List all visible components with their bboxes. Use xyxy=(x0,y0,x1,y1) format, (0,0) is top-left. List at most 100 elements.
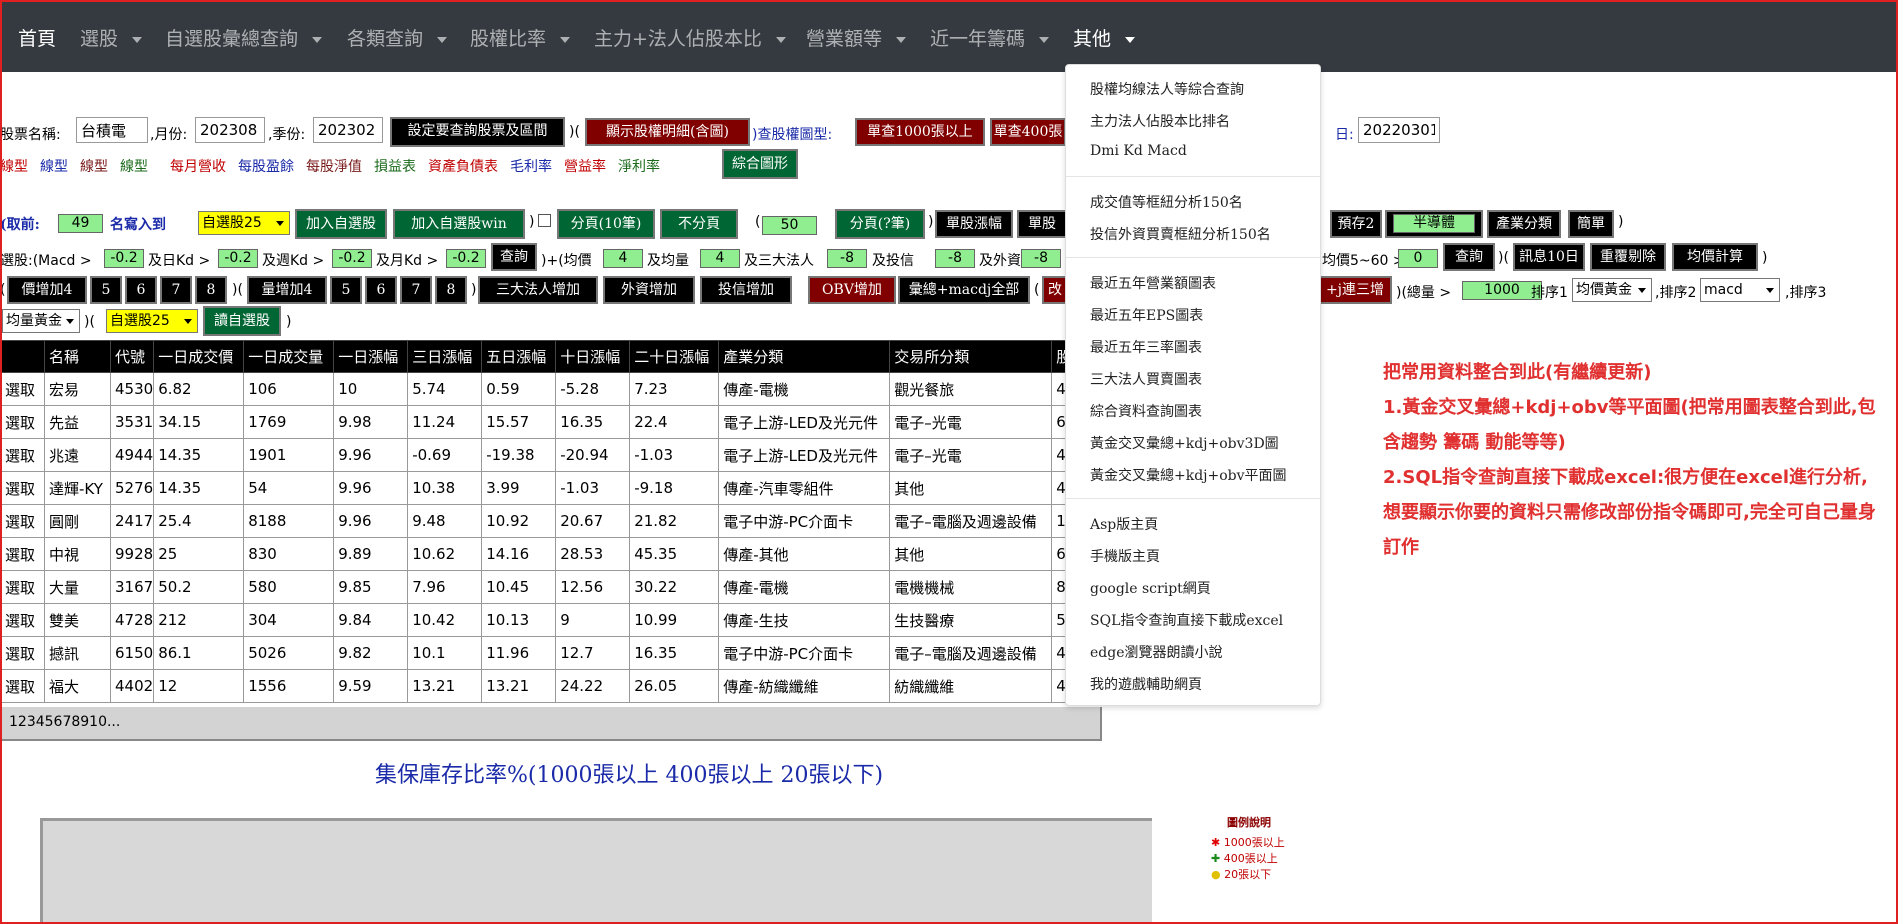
nav-stock-pick[interactable]: 選股 xyxy=(80,24,143,51)
balance-sheet-link[interactable]: 資產負債表 xyxy=(428,159,498,175)
industry-class-button[interactable]: 產業分類 xyxy=(1487,210,1561,238)
total-volume-input[interactable]: 1000 xyxy=(1462,281,1542,300)
eps-link[interactable]: 每股盈餘 xyxy=(238,159,294,175)
nav-revenue[interactable]: 營業額等 xyxy=(806,24,907,51)
daily-kd-input[interactable]: -0.2 xyxy=(218,249,258,268)
page-10-button[interactable]: 分頁(10筆) xyxy=(557,209,655,239)
date-input[interactable] xyxy=(1358,117,1440,143)
column-header[interactable]: 十日漲幅 xyxy=(555,340,631,373)
menu-item[interactable]: 主力法人佔股本比排名 xyxy=(1090,111,1230,131)
season-input[interactable] xyxy=(313,117,383,143)
read-watchlist-select[interactable]: 自選股25 xyxy=(106,309,198,333)
avg-volume-input[interactable]: 4 xyxy=(700,249,740,268)
summary-macdj-all-button[interactable]: 彙總+macdj全部 xyxy=(898,276,1030,304)
set-query-button[interactable]: 設定要查詢股票及區間 xyxy=(390,117,565,147)
avg-5-60-input[interactable]: 0 xyxy=(1398,249,1438,268)
price-increase-7-button[interactable]: 7 xyxy=(160,276,192,304)
operating-margin-link[interactable]: 營益率 xyxy=(564,159,606,175)
menu-item[interactable]: 黃金交叉彙總+kdj+obv平面圖 xyxy=(1090,465,1287,485)
sort3-select[interactable]: 均量黃金 xyxy=(2,309,80,333)
page-size-input[interactable]: 50 xyxy=(762,216,817,235)
weekly-kd-input[interactable]: -0.2 xyxy=(332,249,372,268)
add-watchlist-button[interactable]: 加入自選股 xyxy=(295,209,387,239)
column-header[interactable]: 產業分類 xyxy=(718,340,891,373)
query-button-2[interactable]: 查詢 xyxy=(1443,243,1495,271)
sort1-select[interactable]: 均價黃金 xyxy=(1572,278,1652,302)
column-header[interactable]: 二十日漲幅 xyxy=(629,340,720,373)
select-link[interactable]: 選取 xyxy=(0,438,45,472)
combined-chart-button[interactable]: 綜合圖形 xyxy=(722,149,798,179)
news-10d-button[interactable]: 訊息10日 xyxy=(1513,243,1585,271)
select-link[interactable]: 選取 xyxy=(0,570,45,604)
paging-checkbox[interactable] xyxy=(538,214,551,227)
column-header[interactable]: 三日漲幅 xyxy=(407,340,483,373)
select-link[interactable]: 選取 xyxy=(0,471,45,505)
select-link[interactable]: 選取 xyxy=(0,537,45,571)
column-header[interactable]: 一日成交價 xyxy=(153,340,245,373)
menu-item[interactable]: SQL指令查詢直接下載成excel xyxy=(1090,610,1283,630)
nav-equity-ratio[interactable]: 股權比率 xyxy=(470,24,571,51)
nav-other[interactable]: 其他 xyxy=(1073,24,1136,51)
institutional-increase-button[interactable]: 三大法人增加 xyxy=(478,276,598,304)
monthly-revenue-link[interactable]: 每月營收 xyxy=(170,159,226,175)
menu-item[interactable]: 我的遊戲輔助網頁 xyxy=(1090,674,1202,694)
reserve-2-button[interactable]: 預存2 xyxy=(1330,210,1382,238)
column-header[interactable]: 名稱 xyxy=(44,340,111,373)
select-link[interactable]: 選取 xyxy=(0,603,45,637)
select-link[interactable]: 選取 xyxy=(0,405,45,439)
income-statement-link[interactable]: 損益表 xyxy=(374,159,416,175)
show-equity-detail-button[interactable]: 顯示股權明細(含圖) xyxy=(585,118,750,146)
select-link[interactable]: 選取 xyxy=(0,636,45,670)
line-chart-link[interactable]: 線型 xyxy=(0,159,28,175)
line-chart-link[interactable]: 線型 xyxy=(80,159,108,175)
menu-item[interactable]: 最近五年三率圖表 xyxy=(1090,337,1202,357)
obv-increase-button[interactable]: OBV增加 xyxy=(808,276,896,304)
volume-increase-7-button[interactable]: 7 xyxy=(400,276,432,304)
single-1000-button[interactable]: 單查1000張以上 xyxy=(855,118,985,146)
column-header[interactable]: 代號 xyxy=(109,340,155,373)
month-input[interactable] xyxy=(195,117,265,143)
net-margin-link[interactable]: 淨利率 xyxy=(618,159,660,175)
column-header[interactable]: 一日漲幅 xyxy=(333,340,409,373)
remove-duplicates-button[interactable]: 重覆剔除 xyxy=(1590,243,1666,271)
menu-item[interactable]: 三大法人買賣圖表 xyxy=(1090,369,1202,389)
simple-button[interactable]: 簡單 xyxy=(1568,210,1614,238)
menu-item[interactable]: 投信外資買賣框紐分析150名 xyxy=(1090,224,1271,244)
volume-increase-6-button[interactable]: 6 xyxy=(365,276,397,304)
add-watchlist-win-button[interactable]: 加入自選股win xyxy=(393,209,525,239)
stock-name-input[interactable] xyxy=(76,117,148,143)
monthly-kd-input[interactable]: -0.2 xyxy=(446,249,486,268)
volume-increase-4-button[interactable]: 量增加4 xyxy=(247,276,327,304)
line-chart-link[interactable]: 線型 xyxy=(40,159,68,175)
select-link[interactable]: 選取 xyxy=(0,372,45,406)
line-chart-link[interactable]: 線型 xyxy=(120,159,148,175)
j-three-increase-button[interactable]: +j連三增 xyxy=(1318,276,1392,304)
column-header[interactable]: 五日漲幅 xyxy=(481,340,557,373)
bvps-link[interactable]: 每股淨值 xyxy=(306,159,362,175)
price-increase-6-button[interactable]: 6 xyxy=(125,276,157,304)
nav-home[interactable]: 首頁 xyxy=(18,24,56,51)
menu-item[interactable]: edge瀏覽器朗讀小說 xyxy=(1090,642,1223,662)
menu-item[interactable]: 股權均線法人等綜合查詢 xyxy=(1090,79,1244,99)
trust-input[interactable]: -8 xyxy=(935,249,975,268)
menu-item[interactable]: 最近五年營業額圖表 xyxy=(1090,273,1216,293)
menu-item[interactable]: Asp版主頁 xyxy=(1090,514,1158,534)
sort2-select[interactable]: macd xyxy=(1700,278,1780,302)
menu-item[interactable]: google script網頁 xyxy=(1090,578,1211,598)
take-top-input[interactable]: 49 xyxy=(58,214,103,233)
menu-item[interactable]: 手機版主頁 xyxy=(1090,546,1160,566)
foreign-increase-button[interactable]: 外資增加 xyxy=(603,276,695,304)
read-watchlist-button[interactable]: 讀自選股 xyxy=(203,306,281,336)
avg-price-input[interactable]: 4 xyxy=(603,249,643,268)
price-increase-8-button[interactable]: 8 xyxy=(195,276,227,304)
single-stock-button[interactable]: 單股 xyxy=(1017,210,1067,238)
watchlist-select[interactable]: 自選股25 xyxy=(198,211,290,235)
column-header[interactable]: 交易所分類 xyxy=(889,340,1053,373)
menu-item[interactable]: 綜合資料查詢圖表 xyxy=(1090,401,1202,421)
menu-item[interactable]: 黃金交叉彙總+kdj+obv3D圖 xyxy=(1090,433,1279,453)
column-header[interactable]: 一日成交量 xyxy=(243,340,335,373)
menu-item[interactable]: Dmi Kd Macd xyxy=(1090,143,1187,159)
gross-margin-link[interactable]: 毛利率 xyxy=(510,159,552,175)
select-link[interactable]: 選取 xyxy=(0,669,45,703)
page-n-button[interactable]: 分頁(?筆) xyxy=(835,209,925,239)
